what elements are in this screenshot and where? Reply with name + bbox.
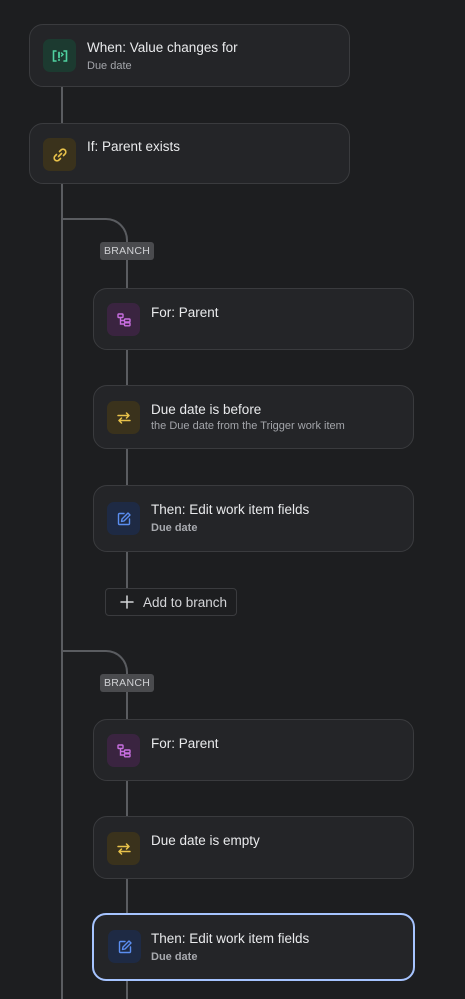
compare-icon-box (107, 832, 140, 865)
plus-icon (119, 594, 135, 610)
link-icon (52, 147, 68, 163)
edit-icon (116, 511, 132, 527)
connector-branch-2-d (126, 980, 128, 999)
for-parent-card[interactable]: For: Parent (93, 288, 414, 350)
connector-branch-2-c (126, 878, 128, 915)
edit-subtitle: Due date (151, 522, 198, 534)
connector-branch-2-a (126, 690, 128, 721)
edit-icon-box (108, 930, 141, 963)
for-title: For: Parent (151, 736, 219, 751)
edit-title: Then: Edit work item fields (151, 502, 310, 517)
edit-fields-card-selected[interactable]: Then: Edit work item fields Due date (92, 913, 415, 981)
trigger-title: When: Value changes for (87, 40, 238, 55)
add-to-branch-button[interactable]: Add to branch (105, 588, 237, 616)
add-to-branch-label: Add to branch (143, 594, 228, 610)
compare-card[interactable]: Due date is before the Due date from the… (93, 385, 414, 449)
edit-fields-card[interactable]: Then: Edit work item fields Due date (93, 485, 414, 552)
swap-arrows-icon (116, 841, 132, 857)
compare-title: Due date is empty (151, 833, 260, 848)
for-parent-card[interactable]: For: Parent (93, 719, 414, 781)
edit-icon-box (107, 502, 140, 535)
trigger-card[interactable]: When: Value changes for Due date (29, 24, 350, 87)
code-brackets-icon (51, 49, 69, 63)
trigger-subtitle: Due date (87, 60, 132, 72)
condition-icon-box (43, 138, 76, 171)
connector-main (61, 86, 63, 124)
swap-arrows-icon (116, 410, 132, 426)
automation-canvas: When: Value changes for Due date If: Par… (0, 0, 465, 999)
connector-trunk (61, 183, 63, 999)
edit-title: Then: Edit work item fields (151, 931, 310, 946)
for-title: For: Parent (151, 305, 219, 320)
for-icon-box (107, 303, 140, 336)
connector-branch-1-c (126, 448, 128, 486)
branch-label: BRANCH (100, 242, 155, 260)
connector-branch-1-b (126, 349, 128, 386)
connector-branch-2-b (126, 780, 128, 818)
trigger-icon-box (43, 39, 76, 72)
branch-label: BRANCH (100, 674, 155, 692)
edit-subtitle: Due date (151, 951, 198, 963)
compare-icon-box (107, 401, 140, 434)
connector-branch-1-d (126, 551, 128, 589)
hierarchy-icon (116, 312, 132, 328)
connector-branch-1-a (126, 258, 128, 289)
condition-card[interactable]: If: Parent exists (29, 123, 350, 184)
compare-card[interactable]: Due date is empty (93, 816, 414, 879)
edit-icon (117, 939, 133, 955)
hierarchy-icon (116, 743, 132, 759)
for-icon-box (107, 734, 140, 767)
compare-subtitle: the Due date from the Trigger work item (151, 420, 345, 432)
compare-title: Due date is before (151, 402, 262, 417)
condition-title: If: Parent exists (87, 139, 181, 154)
